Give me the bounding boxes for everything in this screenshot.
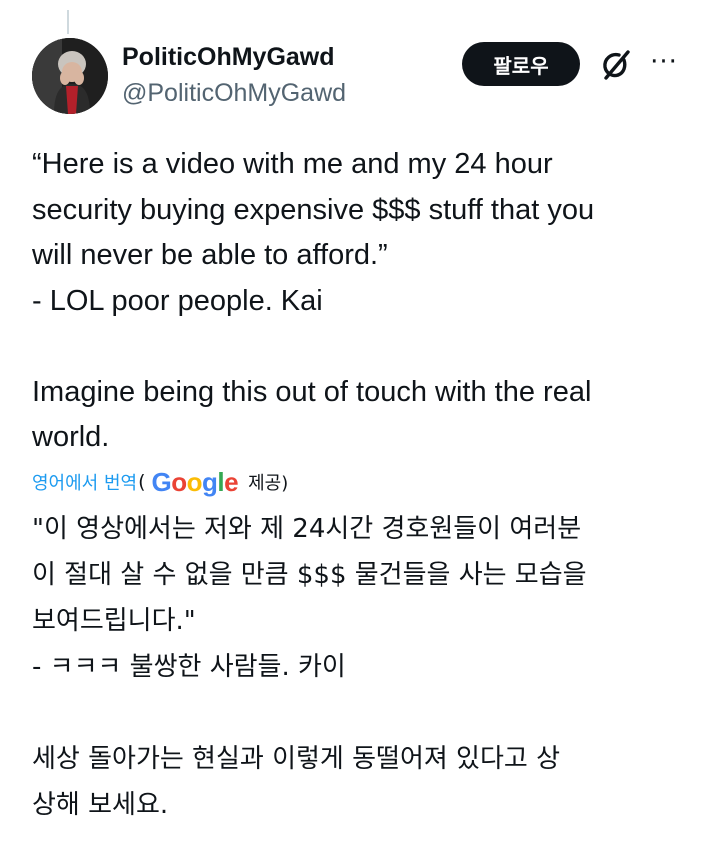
translation-attribution: 영어에서 번역 ( Google 제공)	[32, 464, 288, 500]
google-logo: Google	[151, 466, 239, 497]
avatar[interactable]	[32, 38, 108, 114]
follow-button[interactable]: 팔로우	[462, 42, 580, 86]
post-header: PoliticOhMyGawd @PoliticOhMyGawd 팔로우 ···	[32, 38, 682, 122]
thread-connector-line	[67, 10, 69, 34]
translated-from-english-link[interactable]: 영어에서 번역	[32, 469, 137, 495]
translated-post-text: "이 영상에서는 저와 제 24시간 경호원들이 여러분 이 절대 살 수 없을…	[32, 514, 587, 820]
post-text: “Here is a video with me and my 24 hour …	[32, 148, 595, 453]
author-display-name[interactable]: PoliticOhMyGawd	[122, 42, 346, 72]
translation-provided-label: 제공)	[248, 473, 289, 494]
avatar-image	[32, 38, 108, 114]
open-paren: (	[138, 471, 146, 493]
grok-slash-icon[interactable]	[598, 48, 632, 82]
more-dots-icon[interactable]: ···	[646, 44, 682, 80]
author-handle[interactable]: @PoliticOhMyGawd	[122, 78, 346, 108]
